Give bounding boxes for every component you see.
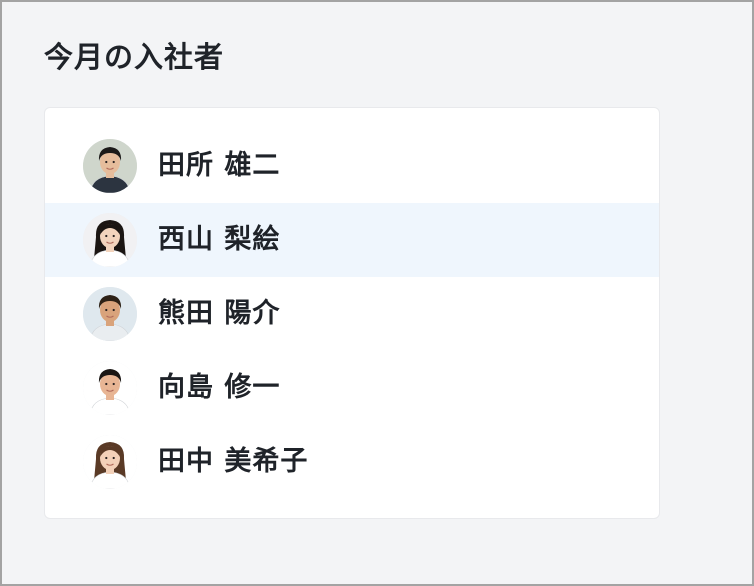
panel-title: 今月の入社者 xyxy=(44,40,225,74)
employee-name: 西山 梨絵 xyxy=(158,224,281,255)
list-item[interactable]: 田所 雄二 xyxy=(45,129,659,203)
list-item[interactable]: 熊田 陽介 xyxy=(45,277,659,351)
man-smiling-photo-icon xyxy=(83,287,137,341)
new-hires-panel: 今月の入社者 田所 雄二 西山 梨絵 熊田 陽介 向島 修一 田中 美希子 xyxy=(0,0,754,586)
new-hires-list: 田所 雄二 西山 梨絵 熊田 陽介 向島 修一 田中 美希子 xyxy=(45,129,659,499)
employee-name: 熊田 陽介 xyxy=(158,298,281,329)
man-casual-photo-icon xyxy=(83,361,137,415)
new-hires-card: 田所 雄二 西山 梨絵 熊田 陽介 向島 修一 田中 美希子 xyxy=(44,107,660,519)
list-item[interactable]: 向島 修一 xyxy=(45,351,659,425)
woman-long-hair-photo-icon xyxy=(83,213,137,267)
employee-name: 田中 美希子 xyxy=(158,446,309,477)
woman-ponytail-photo-icon xyxy=(83,435,137,489)
man-suit-photo-icon xyxy=(83,139,137,193)
employee-name: 田所 雄二 xyxy=(158,150,281,181)
list-item[interactable]: 田中 美希子 xyxy=(45,425,659,499)
list-item[interactable]: 西山 梨絵 xyxy=(45,203,659,277)
employee-name: 向島 修一 xyxy=(158,372,281,403)
